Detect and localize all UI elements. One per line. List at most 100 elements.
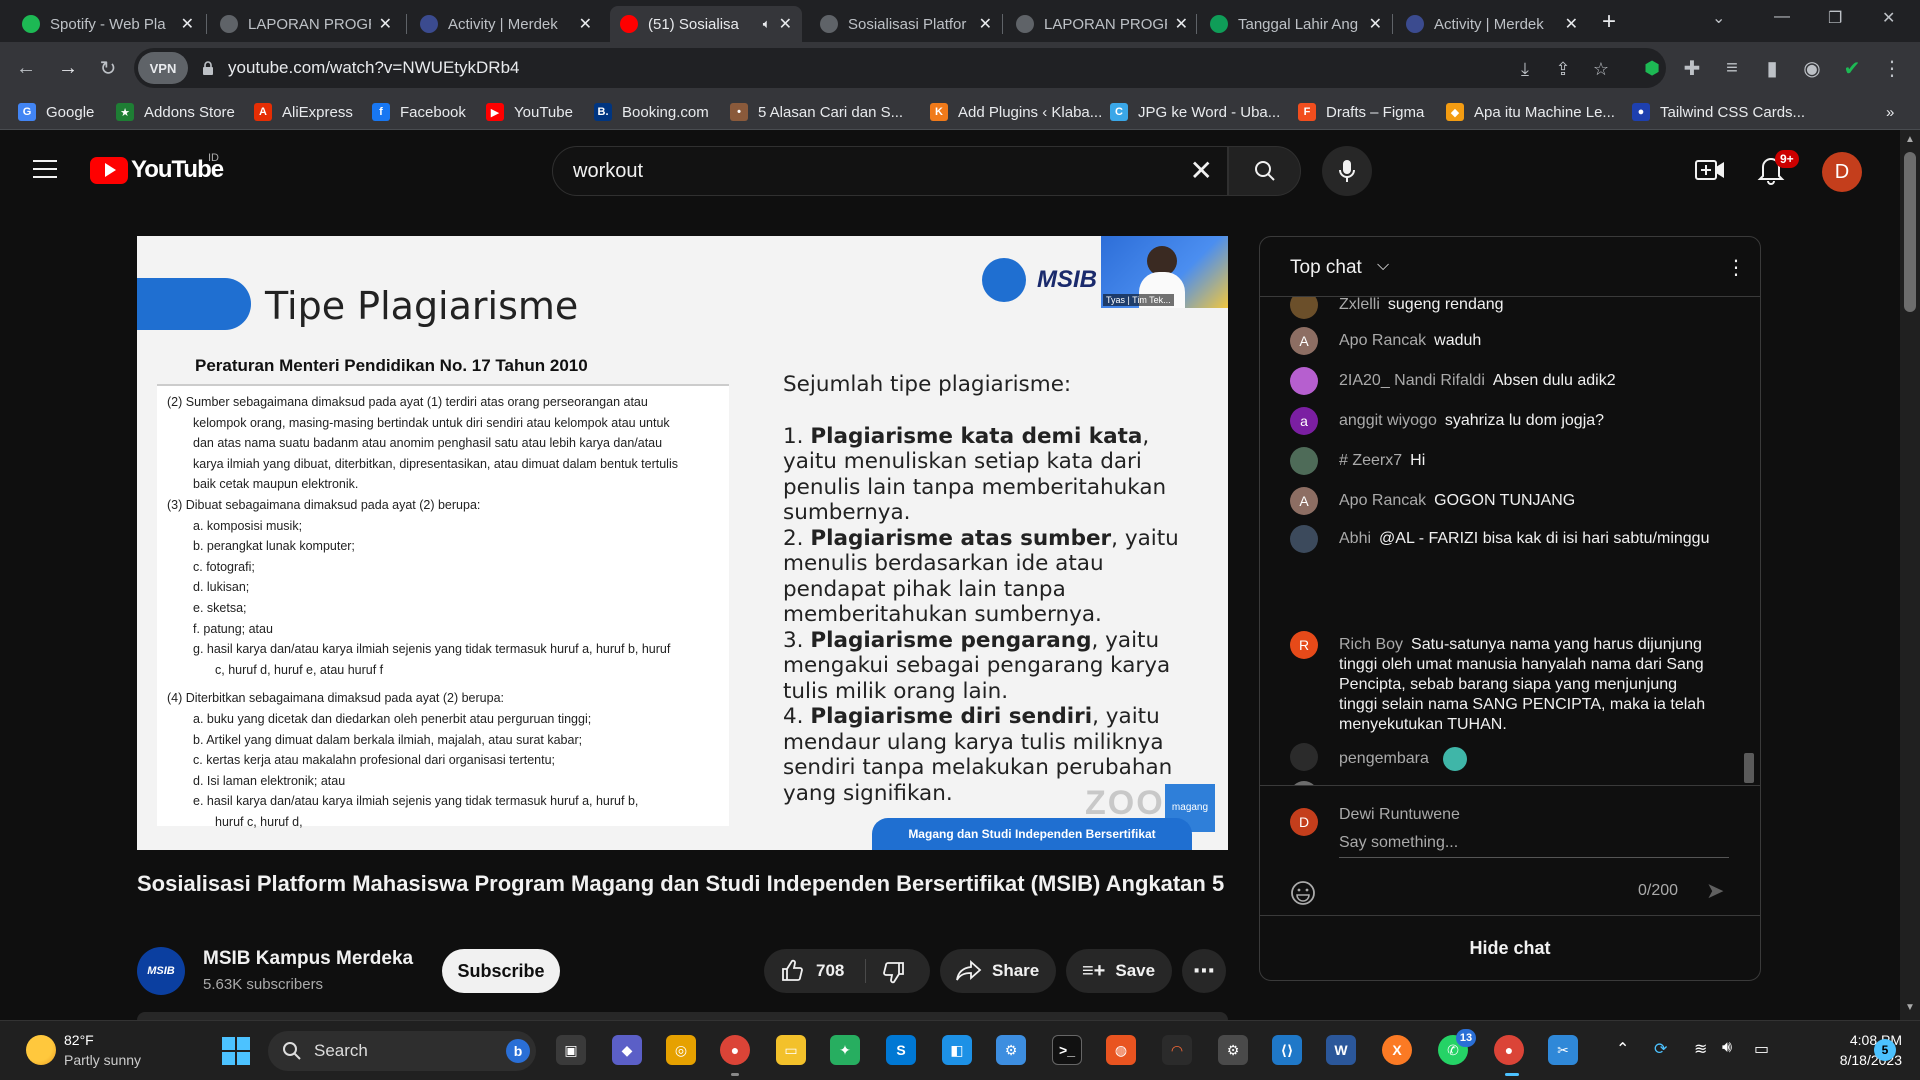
install-app-icon[interactable]: ⤓ (1514, 58, 1536, 80)
extension-shield-icon[interactable]: ⬢ (1638, 54, 1666, 82)
tab-search-icon[interactable]: ⌄ (1712, 8, 1725, 28)
control-panel-icon[interactable]: ⚙ (996, 1035, 1026, 1065)
tab-audio-icon[interactable]: 🔈︎ (763, 16, 771, 32)
chat-message-input[interactable]: Say something... (1339, 832, 1729, 858)
browser-tab[interactable]: Activity | Merdek ✕ (1396, 6, 1588, 42)
battery-icon[interactable]: ▭ (1754, 1039, 1769, 1059)
chat-author-avatar[interactable]: A (1290, 327, 1318, 355)
close-tab-icon[interactable]: ✕ (979, 14, 992, 34)
chat-author-name[interactable]: Apo Rancak (1339, 332, 1426, 349)
close-window-button[interactable]: ✕ (1882, 8, 1895, 28)
chat-author-avatar[interactable]: R (1290, 631, 1318, 659)
volume-icon[interactable]: 🔊︎ (1722, 1039, 1732, 1057)
media-control-icon[interactable]: ≡ (1718, 54, 1746, 82)
close-tab-icon[interactable]: ✕ (379, 14, 392, 34)
channel-name[interactable]: MSIB Kampus Merdeka (203, 948, 413, 970)
close-tab-icon[interactable]: ✕ (579, 14, 592, 34)
emoji-icon[interactable] (1290, 880, 1316, 906)
hide-chat-button[interactable]: Hide chat (1260, 915, 1760, 980)
clear-search-icon[interactable]: ✕ (1190, 157, 1213, 185)
bookmarks-overflow-button[interactable]: » (1886, 102, 1894, 122)
menu-icon[interactable] (33, 160, 57, 180)
more-actions-button[interactable]: ⋯ (1182, 949, 1226, 993)
docker-icon[interactable]: ◧ (942, 1035, 972, 1065)
chat-author-name[interactable]: Abhi (1339, 530, 1371, 547)
chrome-profile-icon[interactable]: ● (1494, 1035, 1524, 1065)
back-button[interactable]: ← (12, 54, 40, 82)
bing-icon[interactable]: b (506, 1039, 530, 1063)
scroll-up-arrow-icon[interactable]: ▲ (1905, 134, 1915, 145)
new-tab-button[interactable]: + (1592, 4, 1626, 40)
chat-author-avatar[interactable] (1290, 525, 1318, 553)
windows-start-icon[interactable] (222, 1037, 250, 1065)
gemini-app-icon[interactable]: ✦ (830, 1035, 860, 1065)
video-player[interactable]: Tipe Plagiarisme MSIB Tyas | Tim Tek... … (137, 236, 1228, 850)
close-tab-icon[interactable]: ✕ (181, 14, 194, 34)
chat-author-name[interactable]: anggit wiyogo (1339, 412, 1437, 429)
bookmark-item[interactable]: K Add Plugins ‹ Klaba... (930, 102, 1102, 122)
chat-author-avatar[interactable] (1290, 297, 1318, 319)
bookmark-item[interactable]: ● Tailwind CSS Cards... (1632, 102, 1805, 122)
save-button[interactable]: ≡+ Save (1066, 949, 1172, 993)
share-button[interactable]: Share (940, 949, 1056, 993)
close-tab-icon[interactable]: ✕ (1369, 14, 1382, 34)
chat-author-name[interactable]: Zxlelli (1339, 297, 1380, 313)
youtube-logo[interactable]: YouTube ID (90, 152, 224, 184)
like-count[interactable]: 708 (816, 961, 844, 981)
teams-chat-icon[interactable]: ◆ (612, 1035, 642, 1065)
share-page-icon[interactable]: ⇪ (1552, 58, 1574, 80)
close-tab-icon[interactable]: ✕ (1565, 14, 1578, 34)
xampp-icon[interactable]: X (1382, 1035, 1412, 1065)
page-scroll-thumb[interactable] (1904, 152, 1916, 312)
chat-author-avatar[interactable] (1290, 447, 1318, 475)
search-input[interactable]: workout ✕ (552, 146, 1228, 196)
voice-search-button[interactable] (1322, 146, 1372, 196)
subscribe-button[interactable]: Subscribe (442, 949, 560, 993)
chat-author-avatar[interactable]: A (1290, 487, 1318, 515)
page-scrollbar[interactable]: ▲ ▼ (1900, 130, 1920, 1020)
bookmark-item[interactable]: f Facebook (372, 102, 466, 122)
bookmark-item[interactable]: F Drafts – Figma (1298, 102, 1424, 122)
ubuntu-icon[interactable]: ◍ (1106, 1035, 1136, 1065)
dislike-icon[interactable] (882, 960, 906, 984)
like-icon[interactable] (780, 959, 804, 983)
url-text[interactable]: youtube.com/watch?v=NWUEtykDRb4 (228, 58, 519, 78)
browser-menu-icon[interactable]: ⋮ (1878, 54, 1906, 82)
bookmark-item[interactable]: ◆ Apa itu Machine Le... (1446, 102, 1615, 122)
forward-button[interactable]: → (54, 54, 82, 82)
bookmark-item[interactable]: • 5 Alasan Cari dan S... (730, 102, 903, 122)
browser-tab[interactable]: LAPORAN PROGR ✕ (1006, 6, 1198, 42)
tray-overflow-icon[interactable]: ⌃ (1616, 1039, 1629, 1059)
browser-tab[interactable]: LAPORAN PROGR ✕ (210, 6, 402, 42)
word-icon[interactable]: W (1326, 1035, 1356, 1065)
snipping-tool-icon[interactable]: ✂ (1548, 1035, 1578, 1065)
search-query[interactable]: workout (573, 160, 643, 183)
sync-icon[interactable]: ⟳ (1654, 1039, 1667, 1059)
weather-temperature[interactable]: 82°F (64, 1032, 94, 1048)
chevron-down-icon[interactable]: ⌵ (1377, 257, 1389, 275)
chrome-icon[interactable]: ● (720, 1035, 750, 1065)
extensions-puzzle-icon[interactable]: ✚ (1678, 54, 1706, 82)
weather-description[interactable]: Partly sunny (64, 1052, 141, 1068)
chat-author-name[interactable]: Rich Boy (1339, 636, 1403, 653)
bookmark-star-icon[interactable]: ☆ (1590, 58, 1612, 80)
bookmark-item[interactable]: A AliExpress (254, 102, 353, 122)
bookmark-item[interactable]: G Google (18, 102, 94, 122)
tomato-app-icon[interactable]: ◎ (666, 1035, 696, 1065)
notification-center-badge[interactable]: 5 (1874, 1039, 1896, 1061)
task-view-icon[interactable]: ▣ (556, 1035, 586, 1065)
vscode-icon[interactable]: ⟨⟩ (1272, 1035, 1302, 1065)
bookmark-item[interactable]: ★ Addons Store (116, 102, 235, 122)
browser-tab[interactable]: Sosialisasi Platfor ✕ (810, 6, 1002, 42)
taskbar-search-box[interactable]: Search b (268, 1031, 536, 1071)
minimize-button[interactable]: — (1774, 8, 1790, 26)
browser-tab[interactable]: Activity | Merdek ✕ (410, 6, 602, 42)
browser-tab[interactable]: Tanggal Lahir Ang ✕ (1200, 6, 1392, 42)
close-tab-icon[interactable]: ✕ (779, 14, 792, 34)
chat-menu-icon[interactable]: ⋮ (1726, 255, 1746, 280)
chat-author-name[interactable]: 2IA20_ Nandi Rifaldi (1339, 372, 1485, 389)
chat-scrollbar[interactable] (1744, 753, 1754, 783)
reload-button[interactable]: ↻ (94, 54, 122, 82)
bookmark-item[interactable]: C JPG ke Word - Uba... (1110, 102, 1280, 122)
chat-author-name[interactable]: Apo Rancak (1339, 492, 1426, 509)
